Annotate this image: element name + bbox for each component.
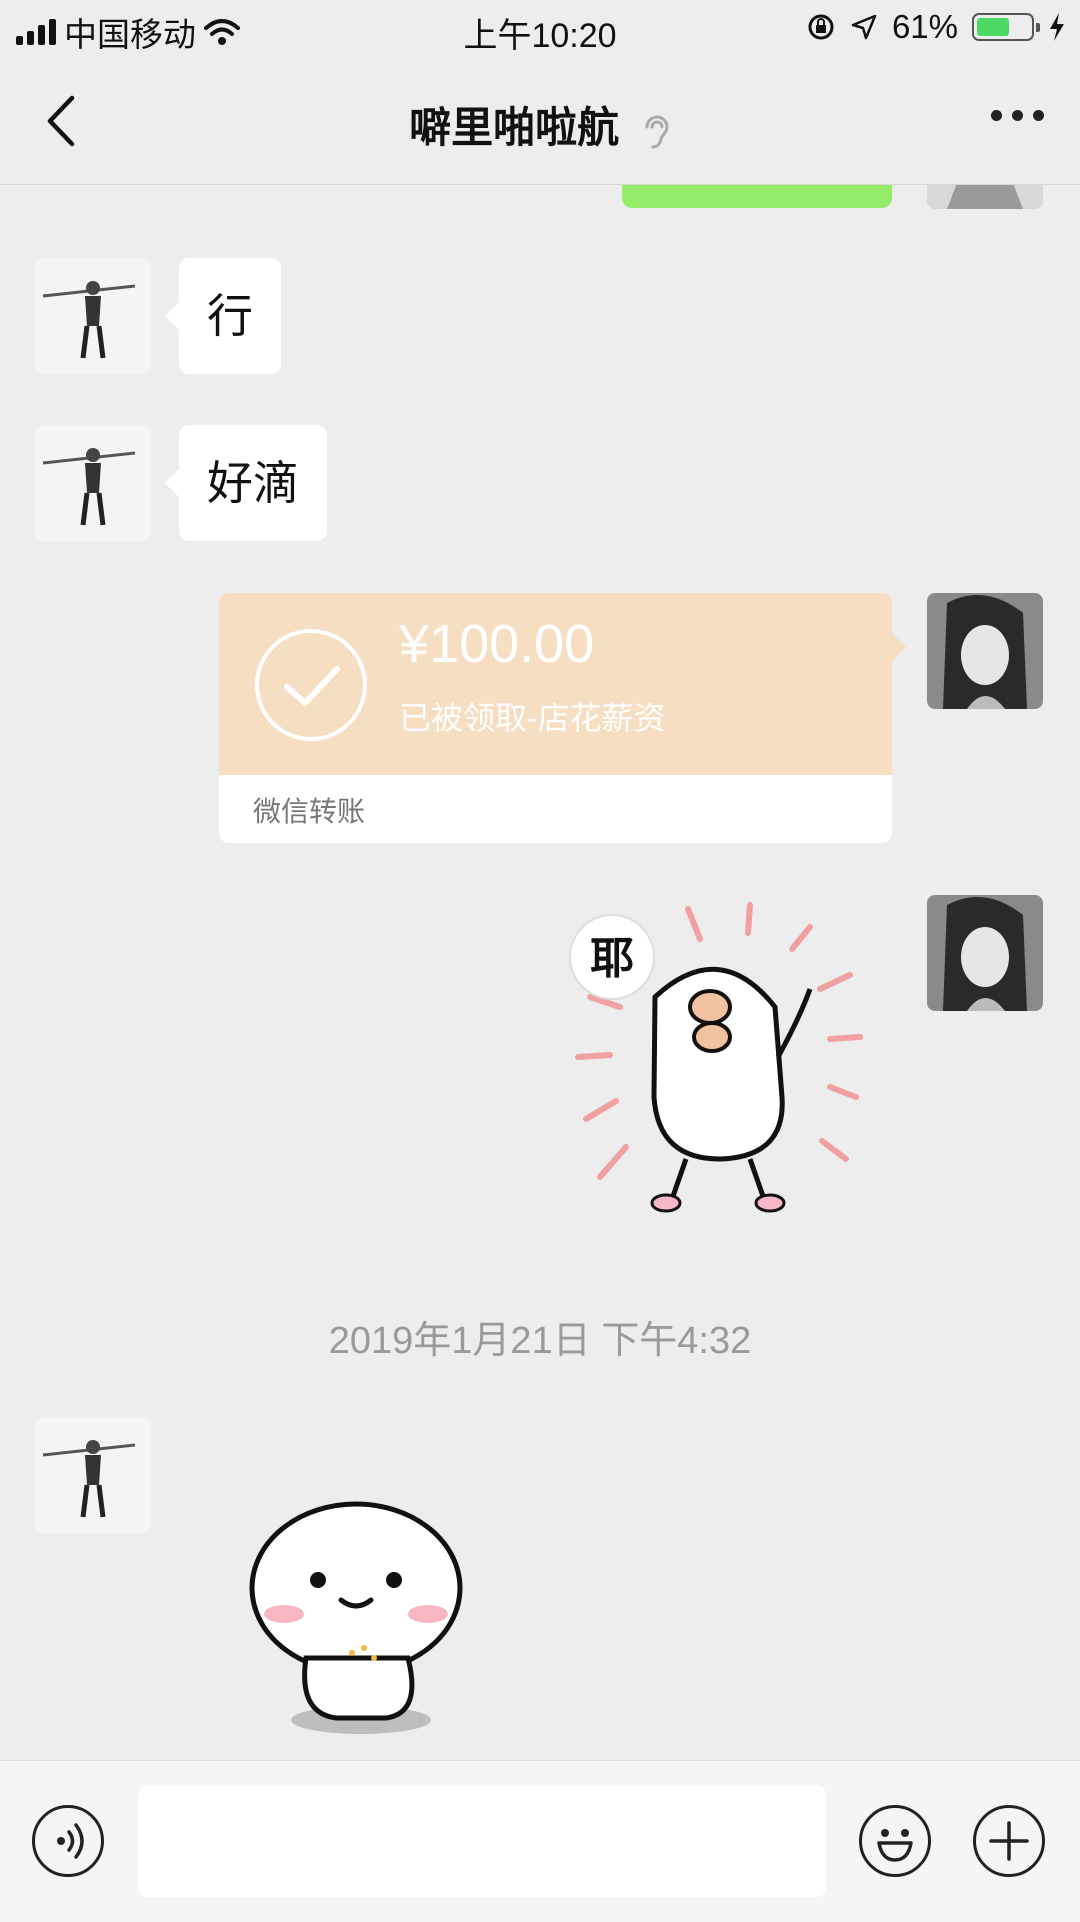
check-circle-icon bbox=[255, 629, 367, 741]
status-right: 61% bbox=[806, 8, 1066, 46]
transfer-card-tail bbox=[892, 633, 906, 661]
received-message[interactable]: 行 bbox=[165, 258, 281, 374]
message-timestamp: 2019年1月21日 下午4:32 bbox=[328, 1320, 752, 1362]
location-icon bbox=[851, 14, 877, 40]
transfer-card-top: ¥100.00 已被领取-店花薪资 bbox=[219, 593, 892, 775]
transfer-amount: ¥100.00 bbox=[399, 614, 595, 674]
voice-icon[interactable] bbox=[32, 1805, 104, 1877]
sticker-blob[interactable] bbox=[236, 1498, 476, 1738]
nav-bar: 噼里啪啦航 bbox=[0, 58, 1080, 185]
ear-icon bbox=[645, 115, 669, 149]
avatar-contact[interactable] bbox=[35, 1417, 151, 1533]
avatar-me[interactable] bbox=[927, 185, 1043, 209]
battery-percent: 61% bbox=[891, 8, 958, 45]
received-message[interactable]: 好滴 bbox=[165, 425, 327, 541]
rotation-lock-icon bbox=[808, 14, 834, 40]
plus-icon[interactable] bbox=[973, 1805, 1045, 1877]
chat-area[interactable]: 行 好滴 ¥100.00 已被领取-店花薪资 微信转账 耶 2019年1月21日… bbox=[0, 185, 1080, 1760]
charging-icon bbox=[1050, 13, 1064, 41]
message-input[interactable] bbox=[138, 1785, 826, 1897]
avatar-contact[interactable] bbox=[35, 258, 151, 374]
emoji-icon[interactable] bbox=[859, 1805, 931, 1877]
chat-title: 噼里啪啦航 bbox=[409, 104, 620, 151]
sent-message-partial[interactable] bbox=[622, 185, 892, 208]
battery-icon bbox=[972, 13, 1040, 41]
status-bar: 中国移动 上午10:20 61% bbox=[0, 0, 1080, 58]
sticker-yeah-text: 耶 bbox=[590, 933, 634, 984]
input-bar bbox=[0, 1760, 1080, 1922]
transfer-footer: 微信转账 bbox=[253, 796, 366, 827]
chat-title-wrap: 噼里啪啦航 bbox=[0, 94, 1080, 155]
transfer-note: 已被领取-店花薪资 bbox=[399, 700, 666, 736]
avatar-me[interactable] bbox=[927, 895, 1043, 1011]
avatar-contact[interactable] bbox=[35, 425, 151, 541]
avatar-me[interactable] bbox=[927, 593, 1043, 709]
more-icon[interactable] bbox=[991, 110, 1044, 121]
transfer-card[interactable]: ¥100.00 已被领取-店花薪资 微信转账 bbox=[219, 593, 892, 843]
sticker-duck[interactable]: 耶 bbox=[560, 897, 880, 1227]
